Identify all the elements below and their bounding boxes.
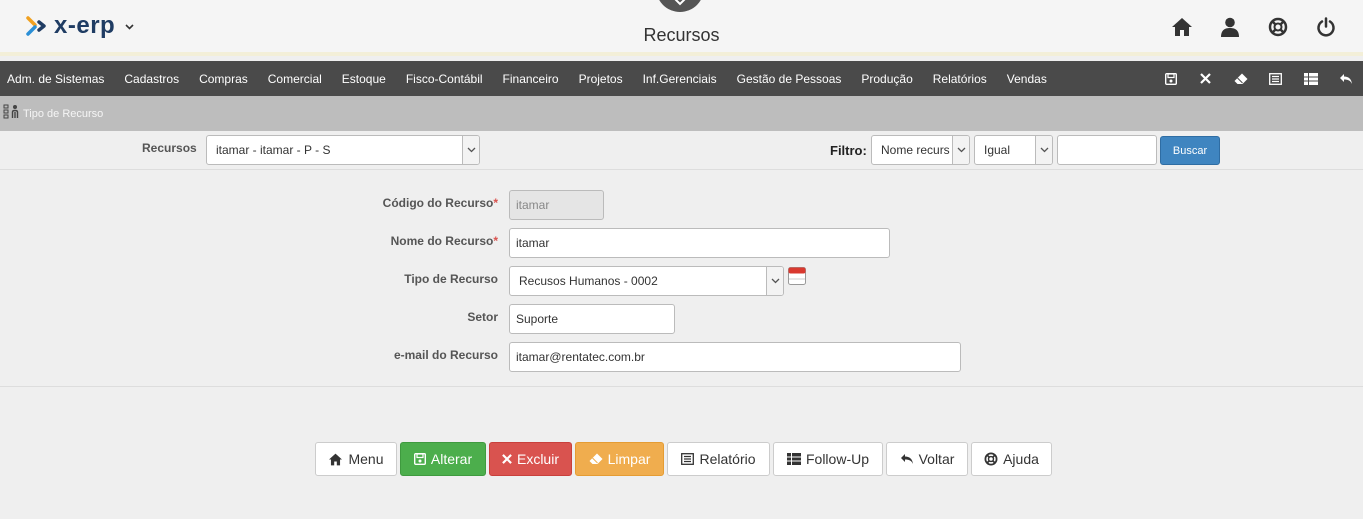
filter-search-input[interactable] (1057, 135, 1157, 165)
action-buttons: Menu Alterar Excluir Limpar Relatório Fo… (315, 442, 1052, 476)
menu-item-gestao-pessoas[interactable]: Gestão de Pessoas (737, 72, 842, 86)
codigo-input[interactable]: itamar (509, 190, 604, 220)
setor-label: Setor (467, 310, 498, 324)
chevron-down-icon[interactable] (1035, 136, 1052, 164)
chevron-down-icon (674, 0, 686, 9)
menu-item-compras[interactable]: Compras (199, 72, 248, 86)
breadcrumb: Tipo de Recurso (0, 96, 1363, 131)
recursos-label: Recursos (142, 141, 197, 155)
table-icon[interactable] (1293, 61, 1328, 96)
lifebuoy-icon (984, 452, 998, 466)
buscar-button[interactable]: Buscar (1160, 136, 1220, 165)
header-actions (1171, 16, 1337, 38)
page-title: Recursos (643, 25, 720, 45)
menu-item-financeiro[interactable]: Financeiro (503, 72, 559, 86)
report-icon (681, 453, 695, 465)
chevron-down-icon[interactable] (462, 136, 479, 164)
filter-operator-select[interactable]: Igual (974, 135, 1053, 165)
save-icon[interactable] (1153, 61, 1188, 96)
menu-item-vendas[interactable]: Vendas (1007, 72, 1047, 86)
menu-item-comercial[interactable]: Comercial (268, 72, 322, 86)
filter-row: Recursos itamar - itamar - P - S Filtro:… (0, 131, 1363, 170)
codigo-label-text: Código do Recurso (382, 196, 494, 210)
alterar-button[interactable]: Alterar (400, 442, 486, 476)
tipo-select[interactable]: Recusos Humanos - 0002 (509, 266, 784, 296)
relatorio-button[interactable]: Relatório (667, 442, 770, 476)
nome-input[interactable]: itamar (509, 228, 890, 258)
limpar-button[interactable]: Limpar (575, 442, 664, 476)
form-divider (0, 386, 1363, 387)
nome-label: Nome do Recurso* (298, 234, 498, 248)
header-toggle-tab[interactable] (656, 0, 704, 12)
menu-button[interactable]: Menu (315, 442, 397, 476)
undo-icon[interactable] (1328, 61, 1363, 96)
breadcrumb-current[interactable]: Tipo de Recurso (23, 108, 103, 120)
filter-field-value: Nome recurs (881, 143, 950, 157)
close-icon (502, 454, 512, 464)
filter-operator-value: Igual (984, 143, 1011, 157)
main-menubar: Adm. de Sistemas Cadastros Compras Comer… (0, 61, 1363, 96)
power-icon[interactable] (1315, 16, 1337, 38)
menu-item-fisco-contabil[interactable]: Fisco-Contábil (406, 72, 483, 86)
chevron-down-icon[interactable] (766, 267, 783, 295)
close-icon[interactable] (1188, 61, 1223, 96)
lifebuoy-icon[interactable] (1267, 16, 1289, 38)
email-label: e-mail do Recurso (393, 348, 498, 362)
recursos-select-value: itamar - itamar - P - S (216, 143, 331, 157)
menu-item-adm-sistemas[interactable]: Adm. de Sistemas (7, 72, 104, 86)
menu-item-relatorios[interactable]: Relatórios (933, 72, 987, 86)
required-mark: * (493, 234, 498, 248)
alterar-button-label: Alterar (430, 451, 473, 467)
menu-item-estoque[interactable]: Estoque (342, 72, 386, 86)
ajuda-button[interactable]: Ajuda (971, 442, 1052, 476)
voltar-button-label: Voltar (918, 451, 955, 467)
relatorio-button-label: Relatório (699, 451, 756, 467)
excluir-button-label: Excluir (516, 451, 559, 467)
filtro-label: Filtro: (830, 143, 867, 158)
report-icon[interactable] (1258, 61, 1293, 96)
codigo-label: Código do Recurso* (298, 196, 498, 210)
followup-button-label: Follow-Up (805, 451, 869, 467)
app-header: x-erp Recursos (0, 0, 1363, 56)
excluir-button[interactable]: Excluir (489, 442, 572, 476)
email-input[interactable]: itamar@rentatec.com.br (509, 342, 961, 372)
menu-item-cadastros[interactable]: Cadastros (124, 72, 179, 86)
menu-item-producao[interactable]: Produção (861, 72, 912, 86)
toolbar (1153, 61, 1363, 96)
chevron-down-icon[interactable] (952, 136, 969, 164)
tipo-select-value: Recusos Humanos - 0002 (519, 274, 658, 288)
menu-button-label: Menu (348, 451, 384, 467)
menu-item-projetos[interactable]: Projetos (579, 72, 623, 86)
required-mark: * (493, 196, 498, 210)
menu-item-inf-gerenciais[interactable]: Inf.Gerenciais (643, 72, 717, 86)
sitemap-icon (3, 104, 19, 124)
ajuda-button-label: Ajuda (1003, 451, 1039, 467)
filter-field-select[interactable]: Nome recurs (871, 135, 970, 165)
eraser-icon (589, 453, 603, 465)
tipo-label: Tipo de Recurso (404, 272, 498, 286)
home-icon[interactable] (1171, 16, 1193, 38)
setor-input[interactable]: Suporte (509, 304, 675, 334)
limpar-button-label: Limpar (607, 451, 651, 467)
calendar-icon[interactable] (788, 267, 806, 290)
nome-label-text: Nome do Recurso (390, 234, 494, 248)
followup-button[interactable]: Follow-Up (773, 442, 883, 476)
save-icon (413, 453, 426, 465)
recursos-select[interactable]: itamar - itamar - P - S (206, 135, 480, 165)
voltar-button[interactable]: Voltar (886, 442, 968, 476)
table-icon (786, 453, 801, 465)
eraser-icon[interactable] (1223, 61, 1258, 96)
home-icon (328, 453, 343, 466)
undo-icon (900, 453, 914, 465)
menu-items: Adm. de Sistemas Cadastros Compras Comer… (7, 61, 1067, 96)
user-icon[interactable] (1219, 16, 1241, 38)
